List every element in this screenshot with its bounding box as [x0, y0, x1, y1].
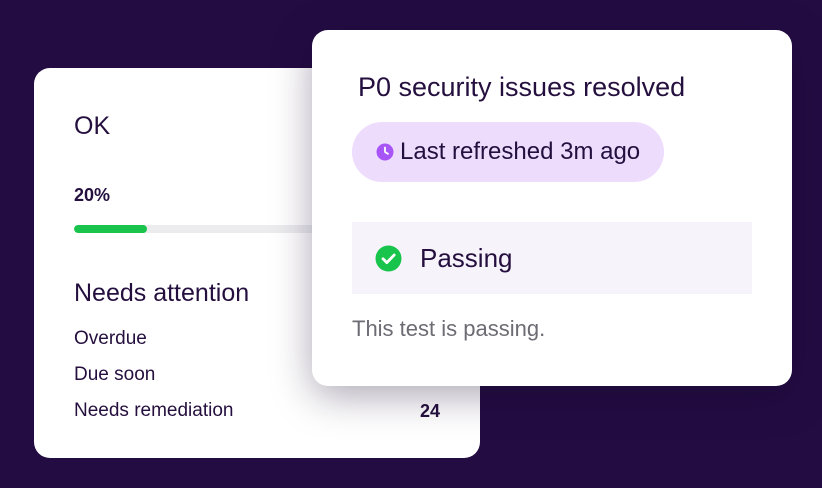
attention-row-label: Overdue: [74, 328, 147, 349]
progress-bar-fill: [74, 225, 148, 233]
progress-percent: 20%: [74, 185, 111, 205]
attention-row-label: Due soon: [74, 364, 156, 385]
clock-icon: [376, 143, 394, 161]
attention-row-count: 24: [419, 400, 440, 421]
test-title: P0 security issues resolved: [358, 72, 686, 102]
test-card: P0 security issues resolved Last refresh…: [312, 30, 792, 386]
attention-row-label: Needs remediation: [74, 400, 234, 421]
test-result-label: Passing: [420, 242, 513, 273]
last-refreshed-text: Last refreshed 3m ago: [400, 138, 641, 165]
status-title: OK: [74, 112, 111, 140]
test-result-box: Passing: [352, 222, 752, 294]
attention-row-needs-remediation[interactable]: Needs remediation 24: [74, 399, 440, 423]
last-refreshed-badge: Last refreshed 3m ago: [352, 122, 665, 182]
test-result-description: This test is passing.: [352, 316, 546, 341]
check-circle-icon: [375, 245, 402, 272]
needs-attention-title: Needs attention: [74, 279, 250, 307]
